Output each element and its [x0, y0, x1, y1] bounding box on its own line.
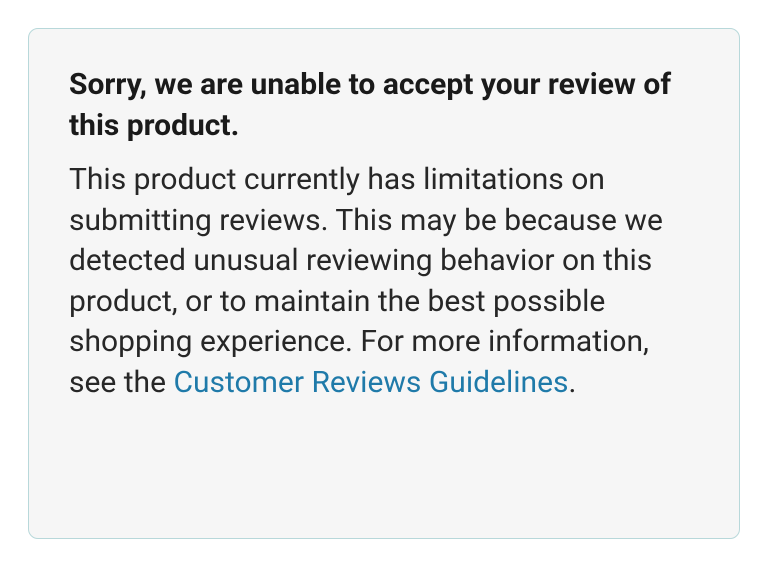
alert-heading: Sorry, we are unable to accept your revi…	[69, 65, 699, 146]
alert-body-suffix: .	[569, 365, 577, 400]
customer-reviews-guidelines-link[interactable]: Customer Reviews Guidelines	[173, 365, 568, 400]
alert-body: This product currently has limitations o…	[69, 160, 699, 403]
review-rejected-alert: Sorry, we are unable to accept your revi…	[28, 28, 740, 539]
